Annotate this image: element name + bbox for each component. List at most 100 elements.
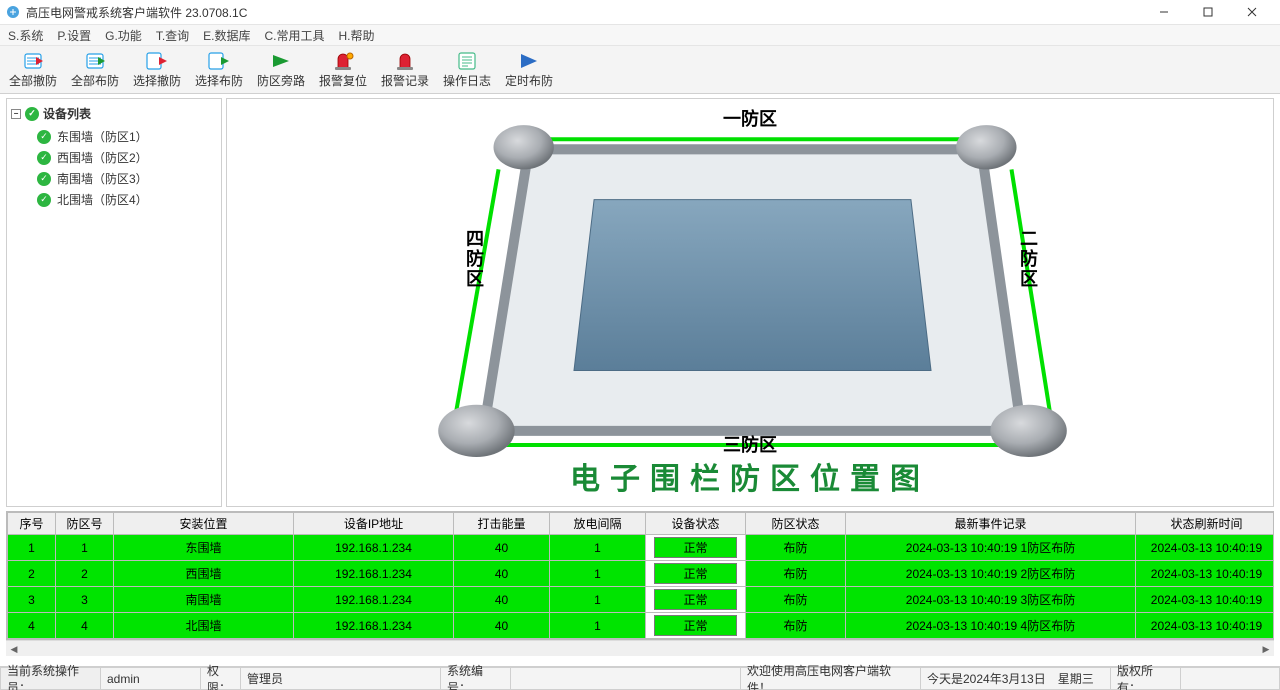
diagram-title: 电子围栏防区位置图 bbox=[570, 454, 930, 498]
toolbar-label: 报警复位 bbox=[319, 72, 367, 89]
device-tree[interactable]: − ✓ 设备列表 ✓东围墙（防区1）✓西围墙（防区2）✓南围墙（防区3）✓北围墙… bbox=[6, 98, 222, 507]
menu-database[interactable]: E.数据库 bbox=[203, 27, 250, 44]
cell-energy: 40 bbox=[454, 613, 550, 639]
th-energy[interactable]: 打击能量 bbox=[454, 513, 550, 535]
tree-collapse-icon[interactable]: − bbox=[11, 109, 21, 119]
cell-zoneState: 布防 bbox=[746, 587, 846, 613]
toolbar-label: 全部撤防 bbox=[9, 72, 57, 89]
th-interval[interactable]: 放电间隔 bbox=[550, 513, 646, 535]
tree-root[interactable]: − ✓ 设备列表 bbox=[11, 105, 217, 122]
toolbar-label: 定时布防 bbox=[505, 72, 553, 89]
status-ok-icon: ✓ bbox=[37, 130, 51, 144]
th-ip[interactable]: 设备IP地址 bbox=[294, 513, 454, 535]
devstate-button[interactable]: 正常 bbox=[654, 589, 736, 610]
status-sysno-label: 系统编号： bbox=[440, 667, 510, 690]
zone4-label: 四防区 bbox=[461, 229, 487, 289]
th-lastevent[interactable]: 最新事件记录 bbox=[846, 513, 1136, 535]
cell-zoneNo: 4 bbox=[56, 613, 114, 639]
toolbar-alarm-reset[interactable]: 报警复位 bbox=[312, 48, 374, 91]
th-devstate[interactable]: 设备状态 bbox=[646, 513, 746, 535]
status-ok-icon: ✓ bbox=[37, 193, 51, 207]
th-location[interactable]: 安装位置 bbox=[114, 513, 294, 535]
disarm-all-icon bbox=[21, 50, 45, 72]
toolbar-alarm-log[interactable]: 报警记录 bbox=[374, 48, 436, 91]
tree-item[interactable]: ✓ 东围墙（防区1） bbox=[37, 126, 217, 147]
cell-seq: 2 bbox=[8, 561, 56, 587]
th-reftime[interactable]: 状态刷新时间 bbox=[1136, 513, 1275, 535]
toolbar-disarm-all[interactable]: 全部撤防 bbox=[2, 48, 64, 91]
th-seq[interactable]: 序号 bbox=[8, 513, 56, 535]
titlebar: 高压电网警戒系统客户端软件 23.0708.1C bbox=[0, 0, 1280, 24]
op-log-icon bbox=[456, 50, 478, 72]
zone-table: 序号 防区号 安装位置 设备IP地址 打击能量 放电间隔 设备状态 防区状态 最… bbox=[0, 511, 1280, 666]
toolbar-select-arm[interactable]: 选择布防 bbox=[188, 48, 250, 91]
table-row[interactable]: 44北围墙192.168.1.234401正常布防2024-03-13 10:4… bbox=[8, 613, 1275, 639]
devstate-button[interactable]: 正常 bbox=[654, 615, 736, 636]
table-row[interactable]: 22西围墙192.168.1.234401正常布防2024-03-13 10:4… bbox=[8, 561, 1275, 587]
th-zoneno[interactable]: 防区号 bbox=[56, 513, 114, 535]
horizontal-scrollbar[interactable]: ◀ ▶ bbox=[6, 640, 1274, 656]
devstate-button[interactable]: 正常 bbox=[654, 537, 736, 558]
bypass-icon bbox=[269, 50, 293, 72]
menubar: S.系统 P.设置 G.功能 T.查询 E.数据库 C.常用工具 H.帮助 bbox=[0, 24, 1280, 46]
menu-function[interactable]: G.功能 bbox=[105, 27, 142, 44]
status-ok-icon: ✓ bbox=[37, 151, 51, 165]
select-disarm-icon bbox=[145, 50, 169, 72]
status-date: 今天是2024年3月13日 星期三 bbox=[920, 667, 1110, 690]
cell-energy: 40 bbox=[454, 561, 550, 587]
menu-help[interactable]: H.帮助 bbox=[339, 27, 375, 44]
table-scroll[interactable]: 序号 防区号 安装位置 设备IP地址 打击能量 放电间隔 设备状态 防区状态 最… bbox=[6, 511, 1274, 640]
cell-zoneNo: 2 bbox=[56, 561, 114, 587]
cell-lastEvent: 2024-03-13 10:40:19 3防区布防 bbox=[846, 587, 1136, 613]
cell-location: 北围墙 bbox=[114, 613, 294, 639]
cell-interval: 1 bbox=[550, 587, 646, 613]
cell-zoneState: 布防 bbox=[746, 613, 846, 639]
table-row[interactable]: 33南围墙192.168.1.234401正常布防2024-03-13 10:4… bbox=[8, 587, 1275, 613]
scroll-left-icon[interactable]: ◀ bbox=[6, 641, 22, 657]
toolbar-timed-arm[interactable]: 定时布防 bbox=[498, 48, 560, 91]
th-zonestate[interactable]: 防区状态 bbox=[746, 513, 846, 535]
toolbar-select-disarm[interactable]: 选择撤防 bbox=[126, 48, 188, 91]
close-button[interactable] bbox=[1230, 0, 1274, 24]
cell-energy: 40 bbox=[454, 587, 550, 613]
toolbar-label: 防区旁路 bbox=[257, 72, 305, 89]
minimize-button[interactable] bbox=[1142, 0, 1186, 24]
cell-interval: 1 bbox=[550, 613, 646, 639]
menu-query[interactable]: T.查询 bbox=[156, 27, 189, 44]
cell-lastEvent: 2024-03-13 10:40:19 4防区布防 bbox=[846, 613, 1136, 639]
cell-ip: 192.168.1.234 bbox=[294, 561, 454, 587]
toolbar: 全部撤防 全部布防 选择撤防 选择布防 防区旁路 报警复位 报警记录 操作日志 … bbox=[0, 46, 1280, 94]
menu-settings[interactable]: P.设置 bbox=[57, 27, 91, 44]
cell-location: 东围墙 bbox=[114, 535, 294, 561]
maximize-button[interactable] bbox=[1186, 0, 1230, 24]
status-copyright bbox=[1180, 667, 1280, 690]
cell-location: 西围墙 bbox=[114, 561, 294, 587]
toolbar-op-log[interactable]: 操作日志 bbox=[436, 48, 498, 91]
tree-item[interactable]: ✓ 西围墙（防区2） bbox=[37, 147, 217, 168]
tree-item-label: 东围墙（防区1） bbox=[57, 128, 148, 145]
status-operator-label: 当前系统操作员： bbox=[0, 667, 100, 690]
status-sysno bbox=[510, 667, 740, 690]
cell-refTime: 2024-03-13 10:40:19 bbox=[1136, 587, 1275, 613]
toolbar-zone-bypass[interactable]: 防区旁路 bbox=[250, 48, 312, 91]
zone-diagram: 一防区 二防区 三防区 四防区 电子围栏防区位置图 bbox=[226, 98, 1274, 507]
toolbar-label: 选择撤防 bbox=[133, 72, 181, 89]
scroll-right-icon[interactable]: ▶ bbox=[1258, 641, 1274, 657]
tree-item-label: 南围墙（防区3） bbox=[57, 170, 148, 187]
toolbar-label: 全部布防 bbox=[71, 72, 119, 89]
cell-lastEvent: 2024-03-13 10:40:19 2防区布防 bbox=[846, 561, 1136, 587]
tree-item[interactable]: ✓南围墙（防区3） bbox=[37, 168, 217, 189]
status-operator: admin bbox=[100, 667, 200, 690]
devstate-button[interactable]: 正常 bbox=[654, 563, 736, 584]
menu-system[interactable]: S.系统 bbox=[8, 27, 43, 44]
cell-seq: 4 bbox=[8, 613, 56, 639]
tree-item-label: 西围墙（防区2） bbox=[57, 149, 148, 166]
menu-tools[interactable]: C.常用工具 bbox=[265, 27, 325, 44]
alarm-log-icon bbox=[394, 50, 416, 72]
cell-energy: 40 bbox=[454, 535, 550, 561]
tree-item[interactable]: ✓北围墙（防区4） bbox=[37, 189, 217, 210]
table-row[interactable]: 11东围墙192.168.1.234401正常布防2024-03-13 10:4… bbox=[8, 535, 1275, 561]
toolbar-arm-all[interactable]: 全部布防 bbox=[64, 48, 126, 91]
cell-zoneState: 布防 bbox=[746, 535, 846, 561]
cell-location: 南围墙 bbox=[114, 587, 294, 613]
